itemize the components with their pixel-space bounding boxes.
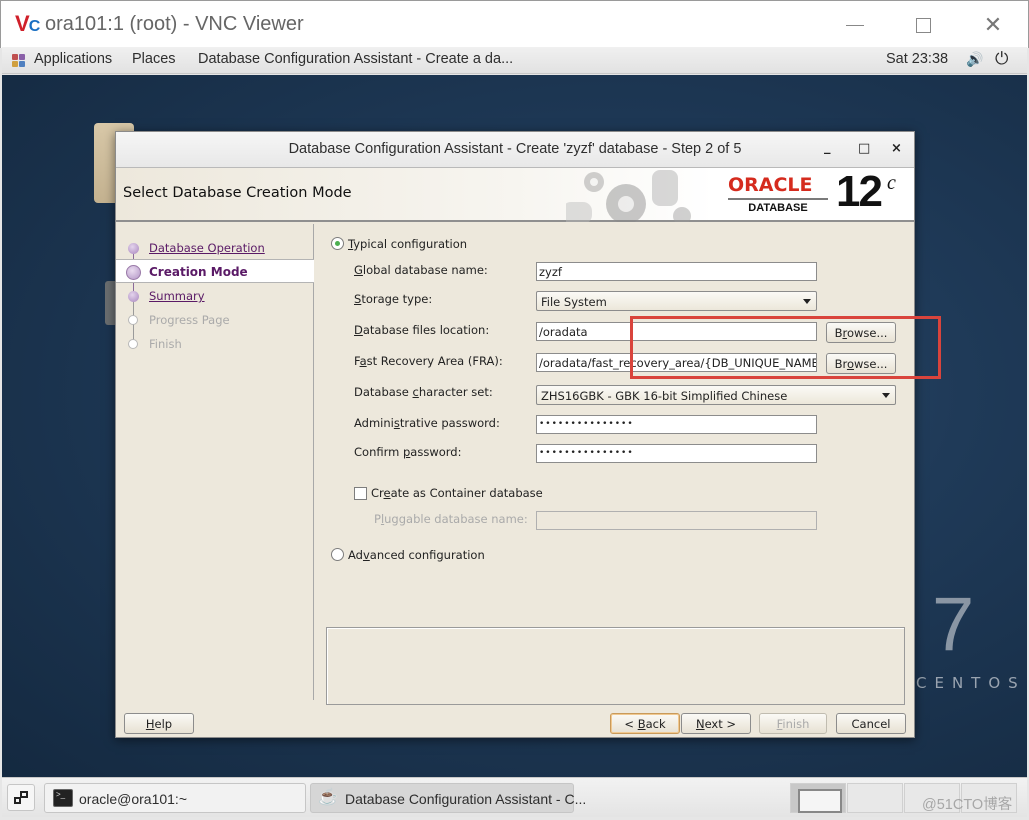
message-panel bbox=[326, 627, 905, 705]
confirm-password-label: Confirm password: bbox=[354, 445, 462, 459]
dialog-maximize-button[interactable]: □ bbox=[858, 141, 870, 156]
advanced-config-label[interactable]: Advanced configuration bbox=[348, 548, 485, 562]
centos-logo-text: CENTOS bbox=[916, 674, 1026, 692]
top-panel: Applications Places Database Configurati… bbox=[2, 47, 1027, 74]
storage-type-select[interactable]: File System bbox=[536, 291, 817, 311]
admin-password-label: Administrative password: bbox=[354, 416, 500, 430]
fra-input[interactable]: /oradata/fast_recovery_area/{DB_UNIQUE_N… bbox=[536, 353, 817, 372]
version-number: 12 bbox=[836, 167, 883, 216]
power-icon[interactable]: ⏻ bbox=[995, 49, 1008, 69]
step-navigation: Database Operation Creation Mode Summary… bbox=[116, 224, 314, 700]
places-menu[interactable]: Places bbox=[132, 51, 176, 67]
gears-banner-icon bbox=[566, 170, 691, 222]
vnc-logo-icon: VC bbox=[15, 11, 40, 36]
charset-select[interactable]: ZHS16GBK - GBK 16-bit Simplified Chinese bbox=[536, 385, 896, 405]
typical-config-radio[interactable] bbox=[331, 237, 344, 250]
close-icon: ✕ bbox=[983, 12, 1003, 38]
workspace-1[interactable] bbox=[790, 783, 846, 813]
vnc-titlebar: VC ora101:1 (root) - VNC Viewer ✕ bbox=[0, 0, 1029, 48]
global-db-name-label: Global database name: bbox=[354, 263, 488, 277]
version-suffix: c bbox=[887, 172, 896, 194]
applications-icon bbox=[12, 54, 26, 68]
vnc-maximize-button[interactable] bbox=[903, 9, 943, 41]
java-icon: ☕ bbox=[318, 789, 338, 806]
maximize-icon bbox=[915, 17, 931, 33]
taskbar-item-terminal[interactable]: >_ oracle@ora101:~ bbox=[44, 783, 306, 813]
bottom-taskbar: >_ oracle@ora101:~ ☕ Database Configurat… bbox=[2, 777, 1027, 817]
charset-label: Database character set: bbox=[354, 385, 493, 399]
global-db-name-input[interactable]: zyzf bbox=[536, 262, 817, 281]
pluggable-db-name-label: Pluggable database name: bbox=[374, 512, 528, 526]
dialog-minimize-button[interactable]: _ bbox=[824, 140, 831, 155]
dialog-header: Select Database Creation Mode ORACLE DAT… bbox=[116, 168, 914, 222]
show-desktop-button[interactable] bbox=[7, 784, 35, 811]
dialog-title: Database Configuration Assistant - Creat… bbox=[288, 141, 742, 157]
dialog-close-button[interactable]: × bbox=[891, 141, 902, 156]
help-button[interactable]: Help bbox=[124, 713, 194, 734]
step-pending-icon bbox=[128, 339, 138, 349]
step-current-icon bbox=[126, 265, 141, 280]
cancel-button[interactable]: Cancel bbox=[836, 713, 906, 734]
finish-button: Finish bbox=[759, 713, 827, 734]
volume-icon[interactable]: 🔊 bbox=[966, 51, 983, 68]
step-pending-icon bbox=[128, 315, 138, 325]
dialog-titlebar[interactable]: Database Configuration Assistant - Creat… bbox=[116, 132, 914, 168]
minimize-icon bbox=[846, 24, 864, 26]
admin-password-input[interactable]: ••••••••••••••• bbox=[536, 415, 817, 434]
dialog-footer: Help < Back Next > Finish Cancel bbox=[116, 707, 914, 737]
back-button[interactable]: < Back bbox=[610, 713, 680, 734]
confirm-password-input[interactable]: ••••••••••••••• bbox=[536, 444, 817, 463]
step-done-icon bbox=[128, 291, 139, 302]
show-desktop-icon bbox=[14, 797, 21, 804]
nav-step-creation-mode[interactable]: Creation Mode bbox=[116, 259, 314, 283]
chevron-down-icon bbox=[882, 393, 890, 398]
next-button[interactable]: Next > bbox=[681, 713, 751, 734]
oracle-logo: ORACLE DATABASE bbox=[728, 176, 832, 214]
nav-step-finish: Finish bbox=[116, 332, 314, 356]
container-db-label[interactable]: Create as Container database bbox=[371, 486, 543, 500]
storage-type-label: Storage type: bbox=[354, 292, 433, 306]
step-done-icon bbox=[128, 243, 139, 254]
advanced-config-radio[interactable] bbox=[331, 548, 344, 561]
creation-mode-form: Typical configuration Global database na… bbox=[316, 224, 941, 705]
typical-config-label[interactable]: Typical configuration bbox=[348, 237, 467, 251]
nav-step-summary[interactable]: Summary bbox=[116, 284, 314, 308]
clock[interactable]: Sat 23:38 bbox=[886, 51, 948, 67]
nav-step-database-operation[interactable]: Database Operation bbox=[116, 236, 314, 260]
active-window-menu[interactable]: Database Configuration Assistant - Creat… bbox=[198, 51, 513, 67]
terminal-icon: >_ bbox=[53, 789, 73, 807]
fra-browse-button[interactable]: Browse... bbox=[826, 353, 896, 374]
db-files-browse-button[interactable]: Browse... bbox=[826, 322, 896, 343]
fra-label: Fast Recovery Area (FRA): bbox=[354, 354, 503, 368]
nav-step-progress-page: Progress Page bbox=[116, 308, 314, 332]
vnc-minimize-button[interactable] bbox=[835, 9, 875, 41]
vnc-close-button[interactable]: ✕ bbox=[973, 9, 1013, 41]
vnc-window-title: ora101:1 (root) - VNC Viewer bbox=[45, 13, 304, 35]
chevron-down-icon bbox=[803, 299, 811, 304]
workspace-2[interactable] bbox=[847, 783, 903, 813]
page-heading: Select Database Creation Mode bbox=[123, 185, 352, 201]
watermark: @51CTO博客 bbox=[922, 797, 1013, 813]
container-db-checkbox[interactable] bbox=[354, 487, 367, 500]
db-files-location-label: Database files location: bbox=[354, 323, 490, 337]
taskbar-item-dbca[interactable]: ☕ Database Configuration Assistant - C..… bbox=[310, 783, 586, 813]
dbca-dialog: Database Configuration Assistant - Creat… bbox=[115, 131, 941, 738]
centos-version: 7 bbox=[932, 582, 975, 667]
pluggable-db-name-input bbox=[536, 511, 817, 530]
db-files-location-input[interactable]: /oradata bbox=[536, 322, 817, 341]
applications-menu[interactable]: Applications bbox=[34, 51, 112, 67]
